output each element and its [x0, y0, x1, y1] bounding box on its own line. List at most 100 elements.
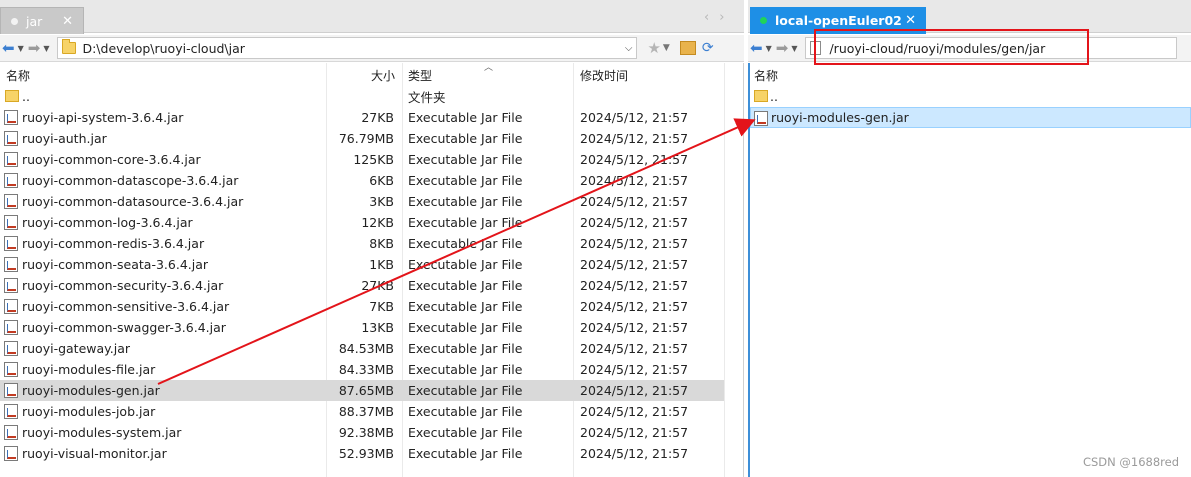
file-size: 3KB — [369, 194, 394, 209]
jar-file-icon — [4, 383, 18, 398]
right-list-header: 名称 — [750, 63, 1191, 85]
file-type: Executable Jar File — [408, 173, 523, 188]
home-icon[interactable] — [679, 41, 696, 55]
jar-file-icon — [4, 320, 18, 335]
table-row[interactable]: ruoyi-modules-gen.jar — [750, 107, 1191, 128]
table-row[interactable]: ruoyi-gateway.jar 84.53MB Executable Jar F… — [0, 338, 724, 359]
chevron-down-icon[interactable]: ▼ — [766, 44, 772, 53]
table-row[interactable]: ruoyi-common-swagger-3.6.4.jar 13KB Execut… — [0, 317, 724, 338]
watermark: CSDN @1688red — [1082, 455, 1179, 469]
table-row[interactable]: ruoyi-visual-monitor.jar 52.93MB Executabl… — [0, 443, 724, 464]
chevron-left-icon[interactable]: ‹ — [704, 10, 719, 25]
close-icon[interactable]: ✕ — [905, 13, 916, 28]
file-size: 7KB — [369, 299, 394, 314]
forward-button[interactable]: ➡ ▼ — [774, 38, 800, 58]
folder-icon — [5, 90, 19, 102]
chevron-down-icon[interactable]: ▼ — [791, 44, 797, 53]
chevron-down-icon[interactable]: ▼ — [18, 44, 24, 53]
file-modified-date: 2024/5/12, 21:57 — [580, 425, 689, 440]
file-size: 1KB — [369, 257, 394, 272]
table-row[interactable]: ruoyi-auth.jar 76.79MB Executable Jar File… — [0, 128, 724, 149]
file-type: Executable Jar File — [408, 110, 523, 125]
back-button[interactable]: ⬅ ▼ — [748, 38, 774, 58]
file-size: 13KB — [361, 320, 394, 335]
file-size: 27KB — [361, 278, 394, 293]
column-header-type[interactable]: 类型 — [408, 67, 432, 84]
connected-dot-icon — [760, 17, 767, 24]
file-name: ruoyi-modules-gen.jar — [771, 110, 909, 125]
close-icon[interactable]: ✕ — [62, 14, 73, 29]
table-row[interactable]: ruoyi-common-datasource-3.6.4.jar 3KB Exec… — [0, 191, 724, 212]
file-size: 92.38MB — [338, 425, 394, 440]
column-header-name[interactable]: 名称 — [754, 67, 778, 84]
back-button[interactable]: ⬅ ▼ — [0, 38, 26, 58]
file-modified-date: 2024/5/12, 21:57 — [580, 215, 689, 230]
chevron-down-icon[interactable]: ⌵ — [625, 43, 633, 54]
file-type: Executable Jar File — [408, 404, 523, 419]
left-path-input[interactable]: D:\develop\ruoyi-cloud\jar ⌵ — [57, 37, 638, 59]
file-modified-date: 2024/5/12, 21:57 — [580, 173, 689, 188]
table-row[interactable]: ruoyi-common-seata-3.6.4.jar 1KB Executabl… — [0, 254, 724, 275]
file-size: 6KB — [369, 173, 394, 188]
jar-file-icon — [4, 278, 18, 293]
folder-icon — [62, 39, 77, 54]
file-name: ruoyi-modules-file.jar — [22, 362, 156, 377]
file-size: 12KB — [361, 215, 394, 230]
table-row[interactable]: ruoyi-common-security-3.6.4.jar 27KB Execu… — [0, 275, 724, 296]
column-header-name[interactable]: 名称 — [6, 67, 30, 84]
star-icon[interactable]: ★ — [647, 39, 660, 57]
refresh-icon[interactable]: ⟳ — [702, 40, 714, 56]
table-row[interactable]: ruoyi-modules-file.jar 84.33MB Executable … — [0, 359, 724, 380]
arrow-left-icon: ⬅ — [2, 39, 15, 57]
file-name: .. — [770, 89, 778, 104]
file-name: ruoyi-modules-gen.jar — [22, 383, 160, 398]
file-type: Executable Jar File — [408, 131, 523, 146]
jar-file-icon — [4, 404, 18, 419]
file-type: Executable Jar File — [408, 194, 523, 209]
file-name: ruoyi-common-security-3.6.4.jar — [22, 278, 224, 293]
file-size: 8KB — [369, 236, 394, 251]
file-size: 52.93MB — [338, 446, 394, 461]
file-modified-date: 2024/5/12, 21:57 — [580, 278, 689, 293]
file-modified-date: 2024/5/12, 21:57 — [580, 383, 689, 398]
file-modified-date: 2024/5/12, 21:57 — [580, 131, 689, 146]
jar-file-icon — [4, 425, 18, 440]
file-modified-date: 2024/5/12, 21:57 — [580, 257, 689, 272]
file-size: 84.33MB — [338, 362, 394, 377]
folder-icon — [754, 90, 768, 102]
jar-file-icon — [4, 131, 18, 146]
list-item-parent[interactable]: .. — [750, 86, 1191, 107]
table-row[interactable]: ruoyi-common-log-3.6.4.jar 12KB Executable… — [0, 212, 724, 233]
left-file-list[interactable]: 名称 大小 类型 ︿ 修改时间 .. 文件夹 ruoyi-api-system-… — [0, 63, 744, 477]
file-type: Executable Jar File — [408, 236, 523, 251]
table-row[interactable]: ruoyi-modules-system.jar 92.38MB Executabl… — [0, 422, 724, 443]
chevron-down-icon[interactable]: ▼ — [661, 38, 672, 58]
table-row[interactable]: ruoyi-common-datascope-3.6.4.jar 6KB Execu… — [0, 170, 724, 191]
table-row[interactable]: ruoyi-common-redis-3.6.4.jar 8KB Executabl… — [0, 233, 724, 254]
file-type: Executable Jar File — [408, 446, 523, 461]
tab-jar[interactable]: jar ✕ — [0, 7, 84, 34]
table-row[interactable]: ruoyi-common-sensitive-3.6.4.jar 7KB Execu… — [0, 296, 724, 317]
table-row[interactable]: ruoyi-modules-gen.jar 87.65MB Executable J… — [0, 380, 724, 401]
file-type: Executable Jar File — [408, 215, 523, 230]
table-row[interactable]: ruoyi-modules-job.jar 88.37MB Executable J… — [0, 401, 724, 422]
tab-label: jar — [26, 13, 43, 29]
file-modified-date: 2024/5/12, 21:57 — [580, 404, 689, 419]
right-file-list[interactable]: 名称 .. ruoyi-modules-gen.jar — [748, 63, 1191, 477]
chevron-right-icon[interactable]: › — [719, 10, 734, 25]
file-name: ruoyi-auth.jar — [22, 131, 107, 146]
table-row[interactable]: ruoyi-common-core-3.6.4.jar 125KB Executab… — [0, 149, 724, 170]
chevron-down-icon[interactable]: ▼ — [43, 44, 49, 53]
column-divider[interactable] — [724, 63, 725, 477]
jar-file-icon — [4, 362, 18, 377]
column-header-size[interactable]: 大小 — [371, 67, 395, 84]
table-row[interactable]: ruoyi-api-system-3.6.4.jar 27KB Executable… — [0, 107, 724, 128]
file-name: ruoyi-common-seata-3.6.4.jar — [22, 257, 209, 272]
arrow-left-icon: ⬅ — [750, 39, 763, 57]
column-header-date[interactable]: 修改时间 — [580, 67, 628, 84]
tab-scroll-arrows[interactable]: ‹› — [704, 10, 734, 25]
list-item-parent[interactable]: .. 文件夹 — [0, 86, 724, 107]
forward-button[interactable]: ➡ ▼ — [26, 38, 52, 58]
file-type: 文件夹 — [408, 90, 446, 105]
file-name: ruoyi-modules-system.jar — [22, 425, 182, 440]
